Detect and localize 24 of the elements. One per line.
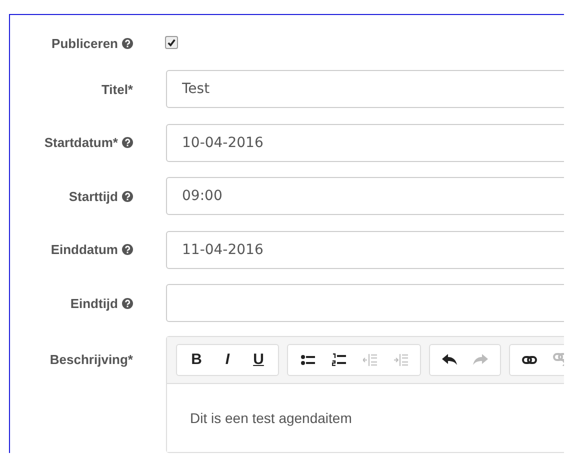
undo-icon: [442, 354, 457, 366]
outdent-icon: [362, 354, 376, 366]
input-field[interactable]: 11-04-2016: [166, 230, 564, 269]
field-label: Eindtijd: [70, 296, 118, 311]
bold-button[interactable]: B: [181, 346, 212, 374]
field-label: Einddatum: [50, 242, 118, 258]
italic-button[interactable]: I: [212, 346, 243, 374]
input-field[interactable]: [166, 284, 564, 322]
unlink-icon: [552, 353, 564, 366]
indent-icon: [394, 354, 408, 366]
redo-icon: [473, 354, 488, 366]
numbered-list-icon: [332, 353, 346, 366]
underline-button[interactable]: U: [243, 346, 274, 374]
bullet-list-icon: [300, 354, 314, 366]
link-icon: [522, 354, 537, 365]
field-label: Publiceren: [52, 36, 118, 52]
input-field[interactable]: 09:00: [166, 177, 564, 216]
input-field[interactable]: 10-04-2016: [166, 124, 564, 162]
field-label: Startdatum*: [44, 135, 118, 150]
publish-checkbox[interactable]: [165, 36, 178, 49]
field-label: Beschrijving*: [50, 352, 133, 369]
input-field[interactable]: Test: [166, 70, 564, 108]
field-label: Starttijd: [68, 188, 118, 204]
field-label: Titel*: [101, 82, 133, 97]
